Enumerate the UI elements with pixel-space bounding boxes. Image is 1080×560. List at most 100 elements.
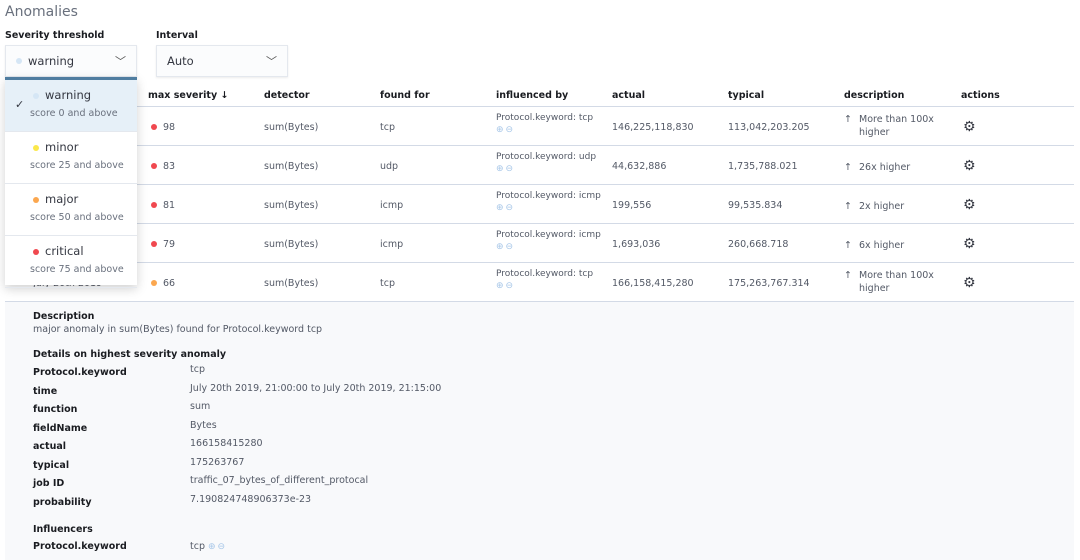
severity-threshold-select[interactable]: warning ﹀ xyxy=(5,45,137,77)
severity-dot-icon xyxy=(151,163,157,169)
actual-cell: 44,632,886 xyxy=(612,161,667,172)
col-found-for[interactable]: found for xyxy=(380,90,430,101)
influenced-by-cell: Protocol.keyword: tcp ⊕⊖ xyxy=(496,113,594,136)
severity-option-description: score 0 and above xyxy=(30,108,118,119)
gear-icon[interactable]: ⚙ xyxy=(963,236,976,252)
col-actions: actions xyxy=(961,90,1000,101)
detector-cell: sum(Bytes) xyxy=(264,200,319,211)
detail-value: tcp xyxy=(190,364,205,375)
typical-cell: 260,668.718 xyxy=(728,239,789,250)
detail-value: sum xyxy=(190,401,211,412)
influenced-by-cell: Protocol.keyword: icmp ⊕⊖ xyxy=(496,230,601,253)
found-for-cell: icmp xyxy=(380,200,404,211)
description-cell: ↑ More than 100x higher xyxy=(844,114,934,138)
severity-cell: 81 xyxy=(151,200,175,211)
severity-dot-icon xyxy=(33,145,39,151)
severity-option-description: score 25 and above xyxy=(30,160,124,171)
detector-cell: sum(Bytes) xyxy=(264,122,319,133)
gear-icon[interactable]: ⚙ xyxy=(963,197,976,213)
detail-key: Protocol.keyword xyxy=(33,367,127,378)
severity-option-warning[interactable]: ✓ warning score 0 and above xyxy=(5,80,137,132)
col-max-severity[interactable]: max severity ↓ xyxy=(148,90,228,101)
description-cell: ↑ 26x higher xyxy=(844,162,911,173)
typical-cell: 113,042,203.205 xyxy=(728,122,810,133)
severity-cell: 83 xyxy=(151,161,175,172)
influenced-by-cell: Protocol.keyword: udp ⊕⊖ xyxy=(496,152,597,175)
detail-key: probability xyxy=(33,496,92,508)
severity-dot-icon xyxy=(151,241,157,247)
description-cell: ↑ More than 100x higher xyxy=(844,270,934,294)
col-actual[interactable]: actual xyxy=(612,90,645,101)
severity-option-description: score 75 and above xyxy=(30,264,124,275)
page-title: Anomalies xyxy=(5,4,78,20)
severity-dot-icon xyxy=(33,93,39,99)
severity-cell: 66 xyxy=(151,278,175,289)
details-heading: Details on highest severity anomaly xyxy=(33,349,227,360)
col-description[interactable]: description xyxy=(844,90,904,101)
found-for-cell: tcp xyxy=(380,122,395,133)
typical-cell: 1,735,788.021 xyxy=(728,161,798,172)
gear-icon[interactable]: ⚙ xyxy=(963,119,976,135)
severity-threshold-label: Severity threshold xyxy=(5,30,105,41)
severity-dot-icon xyxy=(151,202,157,208)
detail-value: Bytes xyxy=(190,419,217,431)
check-icon: ✓ xyxy=(15,98,25,111)
detail-key: typical xyxy=(33,459,70,471)
interval-selected-value: Auto xyxy=(167,54,194,68)
severity-dropdown-menu: ✓ warning score 0 and above minor score … xyxy=(5,77,137,288)
severity-option-critical[interactable]: critical score 75 and above xyxy=(5,236,137,288)
found-for-cell: icmp xyxy=(380,239,404,250)
col-influenced-by[interactable]: influenced by xyxy=(496,90,568,101)
filter-in-out-icons[interactable]: ⊕⊖ xyxy=(496,280,593,292)
detail-value: 166158415280 xyxy=(190,438,263,449)
chevron-down-icon: ﹀ xyxy=(266,55,277,68)
detail-value: traffic_07_bytes_of_different_protocal xyxy=(190,475,369,486)
severity-dot-icon xyxy=(33,197,39,203)
influencer-value: tcp ⊕⊖ xyxy=(190,541,228,552)
description-text: major anomaly in sum(Bytes) found for Pr… xyxy=(33,324,323,335)
col-typical[interactable]: typical xyxy=(728,90,764,101)
col-detector[interactable]: detector xyxy=(264,90,310,101)
severity-option-description: score 50 and above xyxy=(30,212,124,223)
detail-key: fieldName xyxy=(33,422,88,434)
detail-key: job ID xyxy=(33,478,65,489)
arrow-up-icon: ↑ xyxy=(844,114,852,125)
interval-select[interactable]: Auto ﹀ xyxy=(156,45,288,77)
found-for-cell: udp xyxy=(380,161,399,172)
typical-cell: 99,535.834 xyxy=(728,200,783,211)
description-cell: ↑ 2x higher xyxy=(844,201,905,212)
filter-in-out-icons[interactable]: ⊕⊖ xyxy=(496,124,593,136)
actual-cell: 166,158,415,280 xyxy=(612,278,694,289)
severity-cell: 79 xyxy=(151,239,175,250)
severity-dot-icon xyxy=(33,249,39,255)
severity-option-major[interactable]: major score 50 and above xyxy=(5,184,137,236)
arrow-up-icon: ↑ xyxy=(844,162,852,173)
detector-cell: sum(Bytes) xyxy=(264,239,319,250)
chevron-down-icon: ﹀ xyxy=(115,55,126,68)
severity-cell: 98 xyxy=(151,122,175,133)
detail-value: 175263767 xyxy=(190,456,245,468)
gear-icon[interactable]: ⚙ xyxy=(963,275,976,291)
detail-key: time xyxy=(33,385,58,397)
arrow-up-icon: ↑ xyxy=(844,201,852,212)
severity-selected-value: warning xyxy=(28,54,75,68)
influenced-by-cell: Protocol.keyword: icmp ⊕⊖ xyxy=(496,191,601,214)
arrow-up-icon: ↑ xyxy=(844,270,852,281)
filter-in-out-icons[interactable]: ⊕⊖ xyxy=(496,241,601,253)
severity-option-minor[interactable]: minor score 25 and above xyxy=(5,132,137,184)
typical-cell: 175,263,767.314 xyxy=(728,278,810,289)
influencer-key: Protocol.keyword xyxy=(33,541,127,552)
gear-icon[interactable]: ⚙ xyxy=(963,158,976,174)
found-for-cell: tcp xyxy=(380,278,395,289)
detector-cell: sum(Bytes) xyxy=(264,161,319,172)
influenced-by-cell: Protocol.keyword: tcp ⊕⊖ xyxy=(496,269,594,292)
filter-in-out-icons[interactable]: ⊕⊖ xyxy=(496,202,601,214)
actual-cell: 199,556 xyxy=(612,200,652,211)
actual-cell: 146,225,118,830 xyxy=(612,122,694,133)
influencers-heading: Influencers xyxy=(33,524,93,535)
severity-dot-icon xyxy=(16,58,22,64)
filter-in-out-icons[interactable]: ⊕⊖ xyxy=(208,542,227,552)
filter-in-out-icons[interactable]: ⊕⊖ xyxy=(496,163,596,175)
actual-cell: 1,693,036 xyxy=(612,239,661,250)
expanded-row-details xyxy=(5,302,1074,560)
